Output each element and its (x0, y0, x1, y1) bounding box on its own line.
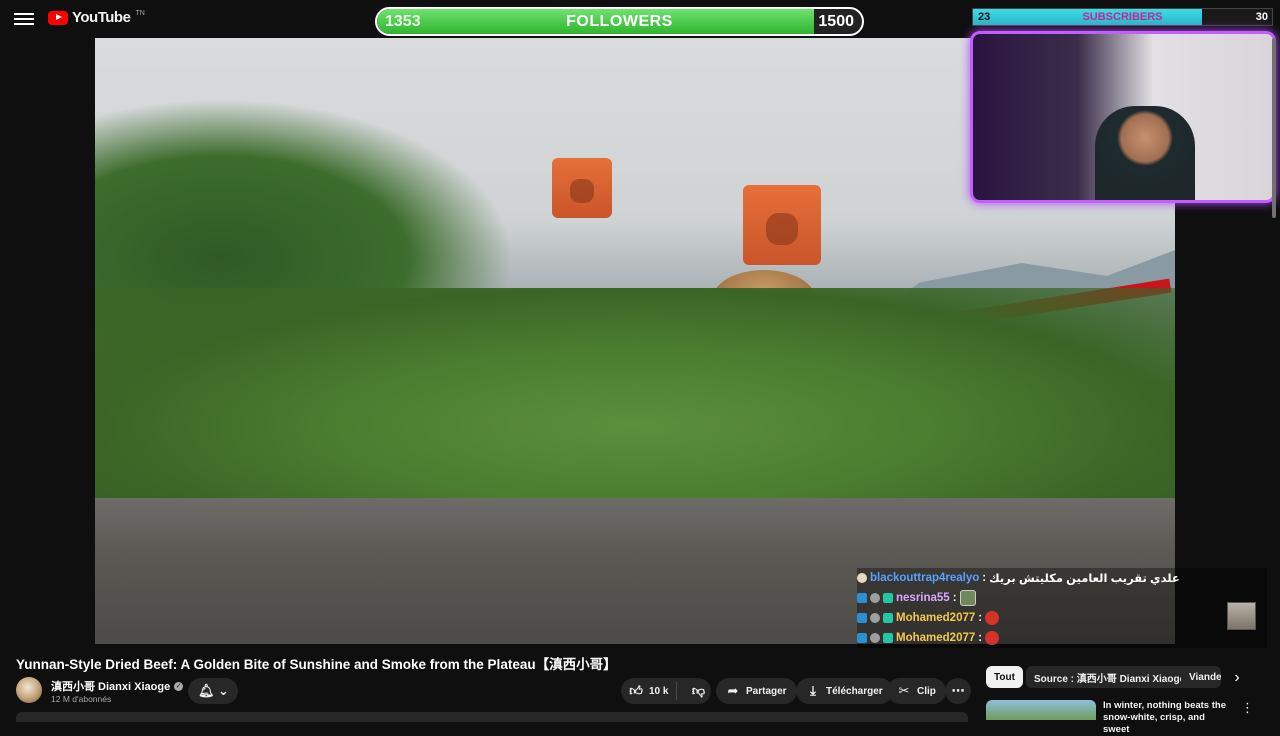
page-scrollbar[interactable] (1272, 38, 1276, 218)
chat-separator: : (978, 612, 983, 624)
bot-badge-icon (870, 593, 880, 603)
download-icon: ⤓ (810, 683, 816, 698)
share-button[interactable]: ➦ Partager (716, 678, 797, 704)
thumbs-down-icon: 👎︎ (691, 683, 706, 698)
channel-name[interactable]: 滇西小哥 Dianxi Xiaoge (51, 678, 170, 694)
subscribers-goal-bar: 23 SUBSCRIBERS 30 (972, 8, 1273, 26)
chat-message: nesrina55 : (857, 588, 1267, 608)
chip-meat[interactable]: Viande (1181, 666, 1221, 688)
more-vertical-icon[interactable]: ⋮ (1241, 700, 1254, 716)
floating-face-emote (552, 158, 612, 218)
followers-goal-bar: 1353 FOLLOWERS 1500 (375, 7, 864, 36)
chat-separator: : (982, 572, 987, 584)
subscribers-label: SUBSCRIBERS (1082, 11, 1163, 23)
followers-target: 1500 (818, 13, 854, 30)
chat-text: علدي تقريب العامين مكليتش بريك (989, 573, 1180, 585)
bell-icon: 🔔︎ (198, 683, 215, 698)
verified-icon: ✓ (174, 681, 184, 691)
webcam-overlay (970, 31, 1276, 203)
share-icon: ➦ (727, 683, 739, 698)
chat-emote-icon (985, 611, 1000, 625)
chip-all[interactable]: Tout (986, 666, 1023, 688)
chip-source[interactable]: Source : 滇西小哥 Dianxi Xiaoge (1026, 666, 1194, 688)
thumbs-up-icon: 👍︎ (629, 683, 643, 698)
moderator-badge-icon (857, 633, 867, 643)
recommendation-thumbnail[interactable] (986, 700, 1096, 720)
chat-message: blackouttrap4realyo : علدي تقريب العامين… (857, 568, 1267, 588)
floating-face-emote (743, 185, 821, 265)
clip-label: Clip (917, 685, 936, 697)
chat-separator: : (952, 592, 957, 604)
share-label: Partager (746, 685, 787, 697)
moderator-badge-icon (857, 593, 867, 603)
download-button[interactable]: ⤓ Télécharger (796, 678, 893, 704)
description-box[interactable] (16, 712, 968, 722)
chat-message: Mohamed2077 : (857, 628, 1267, 648)
chat-overlay: blackouttrap4realyo : علدي تقريب العامين… (857, 568, 1267, 648)
channel-name-row[interactable]: 滇西小哥 Dianxi Xiaoge ✓ (51, 678, 184, 694)
subscriber-count: 12 M d'abonnés (51, 694, 112, 704)
user-badge-icon (857, 573, 867, 583)
bot-badge-icon (870, 613, 880, 623)
like-count: 10 k (649, 685, 669, 697)
chevron-down-icon: ⌄ (218, 683, 229, 698)
chat-username: nesrina55 (896, 592, 950, 604)
recommendation-title[interactable]: In winter, nothing beats the snow-white,… (1103, 700, 1228, 736)
chat-message: Mohamed2077 : (857, 608, 1267, 628)
notification-bell-button[interactable]: 🔔︎ ⌄ (188, 678, 238, 704)
subscribers-target: 30 (1255, 11, 1268, 23)
chat-separator: : (978, 632, 983, 644)
moderator-badge-icon (857, 613, 867, 623)
followers-label: FOLLOWERS (566, 13, 673, 30)
chat-username: Mohamed2077 (896, 632, 976, 644)
channel-avatar[interactable] (16, 677, 42, 703)
bot-badge-icon (870, 633, 880, 643)
chat-username: Mohamed2077 (896, 612, 976, 624)
sub-badge-icon (883, 633, 893, 643)
like-dislike-group: 👍︎ 10 k 👎︎ (621, 678, 711, 704)
chat-username: blackouttrap4realyo (870, 572, 980, 584)
dislike-button[interactable]: 👎︎ (683, 684, 713, 698)
download-label: Télécharger (826, 685, 883, 697)
side-thumbnail[interactable] (1227, 602, 1256, 630)
sub-badge-icon (883, 613, 893, 623)
chat-emote-icon (985, 631, 1000, 645)
sub-badge-icon (883, 593, 893, 603)
logo-text: YouTube (72, 9, 131, 26)
more-horizontal-icon: ⋯ (951, 683, 965, 698)
streamer-avatar (1095, 106, 1195, 200)
video-title: Yunnan-Style Dried Beef: A Golden Bite o… (16, 657, 617, 672)
like-button[interactable]: 👍︎ 10 k (621, 682, 678, 700)
menu-icon[interactable] (14, 10, 34, 28)
youtube-logo[interactable]: YouTube TN (48, 9, 145, 26)
youtube-play-icon (48, 10, 68, 25)
clip-button[interactable]: ✂ Clip (887, 678, 946, 704)
chat-emote-icon (959, 590, 976, 606)
more-actions-button[interactable]: ⋯ (945, 678, 971, 704)
chevron-right-icon[interactable]: › (1226, 667, 1248, 689)
scissors-icon: ✂ (898, 683, 910, 698)
logo-country-code: TN (135, 10, 145, 17)
video-plants (95, 288, 1175, 518)
